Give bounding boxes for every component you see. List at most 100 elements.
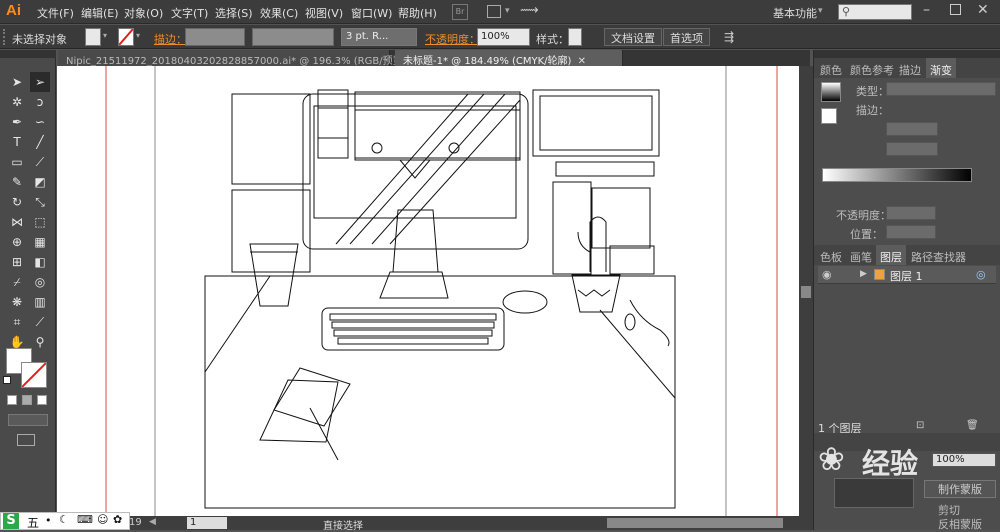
target-icon[interactable]: ◎	[976, 268, 986, 281]
stop-opacity-field[interactable]	[886, 206, 936, 220]
mesh-tool-icon[interactable]: ⊞	[7, 252, 27, 272]
first-artboard-icon[interactable]: ◀	[149, 517, 156, 527]
rotate-tool-icon[interactable]: ↻	[7, 192, 27, 212]
ime-user-icon[interactable]: ☺	[97, 513, 108, 526]
tab-document-nipic[interactable]: Nipic_21511972_20180403202828857000.ai* …	[58, 50, 421, 67]
eyedropper-icon[interactable]: ⌿	[7, 272, 27, 292]
column-graph-icon[interactable]: ▥	[30, 292, 50, 312]
paintbrush-icon[interactable]: ⟋	[30, 152, 50, 172]
arrange-documents-icon[interactable]	[487, 5, 501, 18]
default-colors-icon[interactable]	[3, 376, 11, 384]
blend-tool-icon[interactable]: ◎	[30, 272, 50, 292]
tab-brushes[interactable]: 画笔	[846, 245, 876, 265]
new-layer-icon[interactable]: ⊡	[916, 420, 924, 431]
menu-type[interactable]: 文字(T)	[171, 5, 208, 21]
dropdown-arrow-icon[interactable]: ▾	[505, 6, 510, 16]
workspace-switcher[interactable]: 基本功能	[773, 5, 817, 21]
ime-moon-icon[interactable]: ☾	[59, 513, 69, 526]
bridge-icon[interactable]: Br	[452, 4, 468, 20]
gradient-swatch[interactable]	[821, 82, 841, 102]
perspective-grid-icon[interactable]: ▦	[30, 232, 50, 252]
vertical-scrollbar[interactable]	[799, 66, 813, 516]
color-mode-icon[interactable]	[7, 395, 17, 405]
tab-document-untitled[interactable]: 未标题-1* @ 184.49% (CMYK/轮廓) ✕	[395, 50, 623, 67]
workspace-dropdown-icon[interactable]: ▾	[818, 6, 823, 16]
magic-wand-icon[interactable]: ✲	[7, 92, 27, 112]
direct-selection-tool-icon[interactable]: ➢	[30, 72, 50, 92]
tab-stroke[interactable]: 描边	[895, 58, 925, 78]
ime-settings-icon[interactable]: ✿	[113, 513, 122, 526]
gradient-mode-icon[interactable]	[22, 395, 32, 405]
tab-swatches[interactable]: 色板	[816, 245, 846, 265]
document-setup-button[interactable]: 文档设置	[604, 28, 662, 46]
visibility-eye-icon[interactable]: ◉	[822, 268, 832, 281]
curvature-tool-icon[interactable]: ∽	[30, 112, 50, 132]
ime-toolbar[interactable]: S 五 • ☾ ⌨ ☺ ✿	[0, 512, 130, 530]
selection-tool-icon[interactable]: ➤	[7, 72, 27, 92]
opacity-field[interactable]: 100%	[477, 28, 530, 46]
fill-stroke-indicator[interactable]	[821, 108, 837, 124]
opacity-label[interactable]: 不透明度：	[425, 31, 480, 47]
gradient-slider[interactable]	[822, 168, 972, 182]
screen-mode-icon[interactable]	[17, 434, 35, 446]
fill-swatch[interactable]	[85, 28, 101, 46]
menu-file[interactable]: 文件(F)	[37, 5, 74, 21]
menu-object[interactable]: 对象(O)	[124, 5, 163, 21]
graphic-style-swatch[interactable]	[568, 28, 582, 46]
horizontal-scrollbar[interactable]	[607, 518, 783, 528]
arrange-icon[interactable]: ⇶	[724, 30, 734, 44]
stroke-label[interactable]: 描边：	[154, 31, 187, 47]
slice-tool-icon[interactable]: ⟋	[30, 312, 50, 332]
gradient-aspect-field[interactable]	[886, 142, 938, 156]
none-mode-icon[interactable]	[37, 395, 47, 405]
minimize-icon[interactable]: –	[923, 2, 930, 18]
delete-layer-icon[interactable]: 🗑	[966, 420, 979, 431]
menu-select[interactable]: 选择(S)	[215, 5, 253, 21]
rectangle-tool-icon[interactable]: ▭	[7, 152, 27, 172]
ime-mode[interactable]: 五	[27, 514, 39, 531]
variable-width-profile[interactable]	[252, 28, 334, 46]
tab-gradient[interactable]: 渐变	[926, 58, 956, 78]
ime-keyboard-icon[interactable]: ⌨	[77, 513, 93, 526]
artboard-canvas[interactable]	[57, 66, 799, 516]
artboard-number-field[interactable]: 1	[187, 517, 227, 529]
type-tool-icon[interactable]: T	[7, 132, 27, 152]
free-transform-icon[interactable]: ⬚	[30, 212, 50, 232]
gradient-angle-field[interactable]	[886, 122, 938, 136]
lasso-icon[interactable]: ↄ	[30, 92, 50, 112]
stroke-color-swatch[interactable]	[21, 362, 47, 388]
symbol-sprayer-icon[interactable]: ❋	[7, 292, 27, 312]
tab-color[interactable]: 颜色	[816, 58, 846, 78]
menu-edit[interactable]: 编辑(E)	[81, 5, 119, 21]
layer-row[interactable]: ◉ ▶ 图层 1 ◎	[818, 266, 996, 284]
layer-name[interactable]: 图层 1	[890, 268, 923, 284]
ime-punctuation-icon[interactable]: •	[45, 514, 52, 527]
search-input[interactable]: ⚲	[838, 4, 912, 20]
menu-view[interactable]: 视图(V)	[305, 5, 343, 21]
gpu-icon[interactable]: ⟿	[520, 3, 539, 18]
tab-color-guide[interactable]: 颜色参考	[846, 58, 898, 78]
zoom-tool-icon[interactable]: ⚲	[30, 332, 50, 352]
stroke-swatch[interactable]	[118, 28, 134, 46]
tab-pathfinder[interactable]: 路径查找器	[907, 245, 970, 265]
stroke-weight-field[interactable]	[185, 28, 245, 46]
eraser-icon[interactable]: ◩	[30, 172, 50, 192]
menu-help[interactable]: 帮助(H)	[398, 5, 437, 21]
menu-window[interactable]: 窗口(W)	[351, 5, 392, 21]
width-tool-icon[interactable]: ⋈	[7, 212, 27, 232]
stop-position-field[interactable]	[886, 225, 936, 239]
close-icon[interactable]: ✕	[977, 2, 989, 18]
scroll-thumb[interactable]	[801, 286, 811, 298]
brush-definition[interactable]: 3 pt. R...	[341, 28, 417, 46]
artboard-tool-icon[interactable]: ⌗	[7, 312, 27, 332]
gradient-type-dropdown[interactable]	[886, 82, 996, 96]
gradient-tool-icon[interactable]: ◧	[30, 252, 50, 272]
pen-tool-icon[interactable]: ✒	[7, 112, 27, 132]
shape-builder-icon[interactable]: ⊕	[7, 232, 27, 252]
scale-tool-icon[interactable]: ⤡	[30, 192, 50, 212]
expand-arrow-icon[interactable]: ▶	[860, 269, 867, 279]
make-mask-button[interactable]: 制作蒙版	[924, 480, 996, 498]
grip-icon[interactable]	[3, 29, 6, 45]
draw-modes-icon[interactable]	[8, 414, 48, 426]
pencil-icon[interactable]: ✎	[7, 172, 27, 192]
